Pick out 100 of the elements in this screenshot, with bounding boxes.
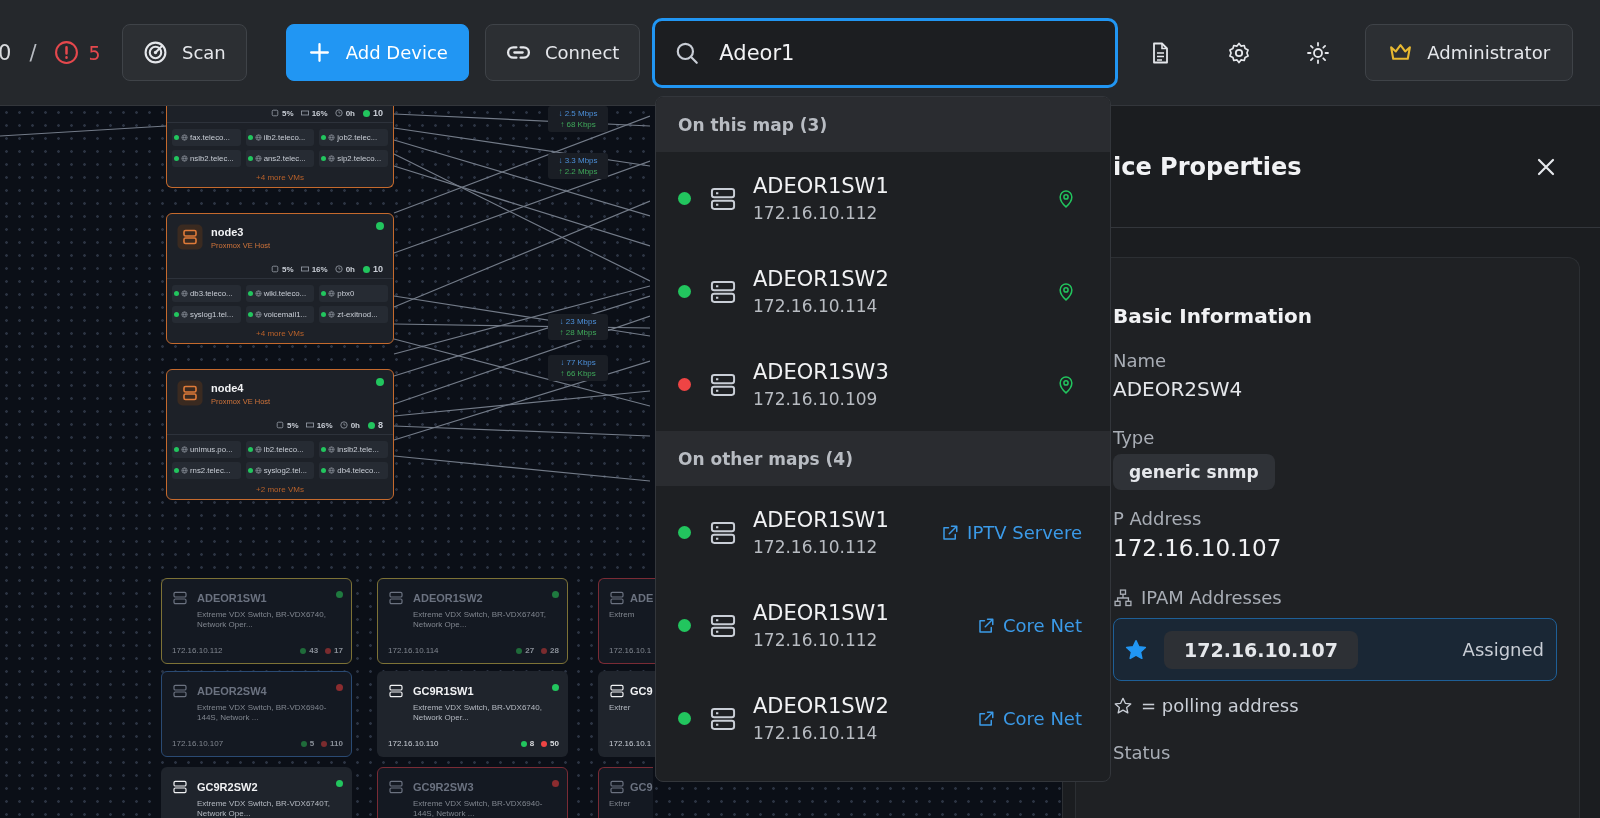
- uptime: 0h: [345, 108, 355, 118]
- switch-description: Extreme VDX Switch, BR-VDX6740T, Network Ope...: [413, 610, 547, 630]
- field-label: Status: [1113, 742, 1171, 763]
- server-icon: [609, 590, 625, 606]
- globe-icon: [181, 311, 188, 318]
- scan-button[interactable]: Scan: [122, 24, 247, 81]
- device-ip: 172.16.10.109: [753, 389, 879, 409]
- search-result-item[interactable]: ADEOR1SW1 172.16.10.112: [656, 152, 1110, 245]
- field-label: IPAM Addresses: [1141, 587, 1282, 608]
- download-rate: ↓ 2.5 Mbps: [558, 108, 598, 119]
- field-value: ADEOR2SW4: [1113, 377, 1243, 401]
- device-ip: 172.16.10.112: [753, 203, 879, 223]
- switch-node-card[interactable]: GC9R1SW1 Extreme VDX Switch, BR-VDX6740, Network Oper... 172.16.10.110 8 50: [377, 671, 568, 757]
- uptime: 0h: [350, 420, 360, 430]
- radar-icon: [143, 40, 168, 65]
- globe-icon: [328, 467, 336, 474]
- ports-up-count: 27: [525, 646, 535, 655]
- ports-up-count: 43: [309, 646, 319, 655]
- external-link-icon: [941, 523, 960, 542]
- globe-icon: [328, 134, 336, 141]
- assignment-status: Assigned: [1462, 639, 1544, 660]
- search-result-item[interactable]: ADEOR1SW2 172.16.10.114: [656, 245, 1110, 338]
- globe-icon: [254, 290, 262, 297]
- external-link-icon: [977, 709, 995, 728]
- switch-node-card[interactable]: GC9 Extrer 172.16.10.1: [598, 671, 656, 757]
- globe-icon: [254, 467, 262, 474]
- ip-address: 172.16.10.110: [388, 739, 439, 748]
- more-vms-link[interactable]: +2 more VMs: [256, 483, 304, 494]
- type-tag: generic snmp: [1113, 454, 1275, 490]
- memory-usage: 16%: [311, 264, 328, 274]
- status-dot: [541, 647, 548, 654]
- memory-usage: 16%: [316, 420, 333, 430]
- status-dot: [368, 421, 375, 429]
- alert-count: 5: [88, 41, 101, 64]
- connect-button[interactable]: Connect: [484, 24, 641, 81]
- status-dot: [363, 109, 370, 117]
- status-dot: [363, 265, 370, 273]
- device-name: ADEOR1SW1: [753, 174, 889, 198]
- globe-icon: [254, 311, 262, 318]
- search-result-item[interactable]: ADEOR1SW3 172.16.10.109: [656, 338, 1110, 431]
- search-field[interactable]: Adeor1: [652, 17, 1119, 88]
- status-dot: [520, 740, 527, 747]
- field-label: Type: [1113, 427, 1155, 448]
- ipam-address-row[interactable]: 172.16.10.107 Assigned: [1113, 618, 1557, 681]
- globe-icon: [254, 155, 262, 162]
- user-menu-button[interactable]: Administrator: [1365, 24, 1574, 81]
- switch-name: ADEOR2SW4: [197, 685, 267, 697]
- upload-rate: ↑ 68 Kbps: [560, 119, 596, 130]
- more-vms-link[interactable]: +4 more VMs: [256, 171, 304, 182]
- memory-icon: [305, 421, 314, 429]
- status-dot: [321, 740, 328, 747]
- globe-icon: [328, 155, 336, 162]
- ports-down-count: 50: [550, 739, 559, 748]
- ip-address: 172.16.10.112: [172, 646, 223, 655]
- switch-node-card[interactable]: ADEOR2SW4 Extreme VDX Switch, BR-VDX6940-144S, Network ... 172.16.10.107 5 110: [161, 671, 352, 757]
- globe-icon: [181, 467, 188, 474]
- device-ip: 172.16.10.112: [753, 537, 879, 557]
- clock-icon: [334, 265, 343, 273]
- search-result-item[interactable]: ADEOR1SW1 172.16.10.112 Core Net: [656, 579, 1110, 672]
- alert-icon: [54, 40, 80, 65]
- server-icon: [172, 590, 188, 606]
- online-count: 0: [0, 40, 12, 65]
- field-label: P Address: [1113, 508, 1202, 529]
- server-icon: [388, 590, 404, 606]
- star-icon: [1113, 695, 1133, 716]
- switch-node-card[interactable]: ADEOR1SW1 Extreme VDX Switch, BR-VDX6740, Network Oper... 172.16.10.112 43 17: [161, 578, 352, 664]
- map-link[interactable]: Core Net: [977, 615, 1082, 636]
- switch-name: GC9: [630, 781, 653, 793]
- more-vms-link[interactable]: +4 more VMs: [256, 327, 304, 338]
- device-name: ADEOR1SW2: [753, 694, 889, 718]
- field-label: Name: [1113, 350, 1167, 371]
- search-result-item[interactable]: ADEOR1SW2 172.16.10.114 Core Net: [656, 672, 1110, 765]
- settings-icon: [1227, 40, 1252, 65]
- map-link[interactable]: IPTV Servere: [941, 522, 1082, 543]
- server-icon: [172, 683, 188, 699]
- ip-address: 172.16.10.114: [388, 646, 439, 655]
- switch-node-card[interactable]: ADEOR1SW2 Extreme VDX Switch, BR-VDX6740T, Network Ope... 172.16.10.114 27 28: [377, 578, 568, 664]
- results-group-header: On other maps (4): [656, 431, 1110, 486]
- globe-icon: [181, 155, 188, 162]
- uptime: 0h: [345, 264, 355, 274]
- ports-down-count: 17: [334, 646, 343, 655]
- status-dot: [325, 647, 332, 654]
- search-result-item[interactable]: ADEOR1SW1 172.16.10.112 IPTV Servere: [656, 486, 1110, 579]
- switch-node-card[interactable]: GC9R2SW2 Extreme VDX Switch, BR-VDX6740T, Network Ope...: [161, 767, 352, 818]
- switch-description: Extrer: [609, 799, 632, 809]
- map-link[interactable]: Core Net: [977, 708, 1082, 729]
- field-value: 172.16.10.107: [1113, 535, 1282, 561]
- download-rate: ↓ 77 Kbps: [560, 357, 596, 368]
- switch-node-card[interactable]: ADE Extrem 172.16.10.1: [598, 578, 656, 664]
- switch-node-card[interactable]: GC9R2SW3 Extreme VDX Switch, BR-VDX6940-144S, Network ...: [377, 767, 568, 818]
- device-ip: 172.16.10.114: [753, 723, 879, 743]
- cpu-usage: 5%: [282, 264, 294, 274]
- cpu-usage: 5%: [282, 108, 294, 118]
- server-icon: [177, 224, 203, 250]
- switch-node-card[interactable]: GC9 Extrer: [598, 767, 653, 818]
- sun-icon: [1306, 40, 1331, 65]
- vm-count: 10: [373, 108, 383, 118]
- globe-icon: [254, 446, 262, 453]
- server-icon: [172, 779, 188, 795]
- globe-icon: [328, 446, 336, 453]
